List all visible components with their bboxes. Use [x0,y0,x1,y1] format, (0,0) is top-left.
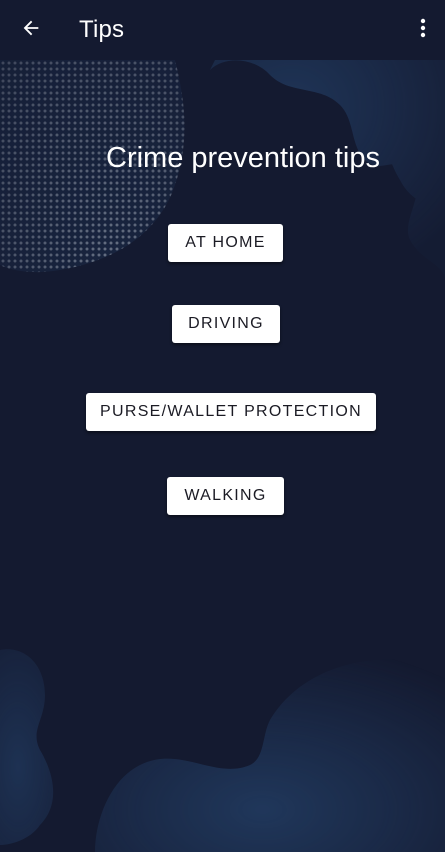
purse-wallet-protection-button[interactable]: PURSE/WALLET PROTECTION [86,393,376,431]
walking-button[interactable]: WALKING [167,477,284,515]
at-home-button[interactable]: AT HOME [168,224,283,262]
tips-screen: Tips Crime prevention tips AT HOME DRIVI… [0,0,445,852]
section-heading: Crime prevention tips [106,142,380,174]
overflow-menu-button[interactable] [411,15,435,45]
more-vertical-icon [420,18,426,43]
arrow-back-icon [20,17,42,44]
driving-button[interactable]: DRIVING [172,305,280,343]
background-decoration [0,60,445,852]
top-app-bar: Tips [0,0,445,60]
back-button[interactable] [14,13,48,47]
page-title: Tips [79,16,125,43]
